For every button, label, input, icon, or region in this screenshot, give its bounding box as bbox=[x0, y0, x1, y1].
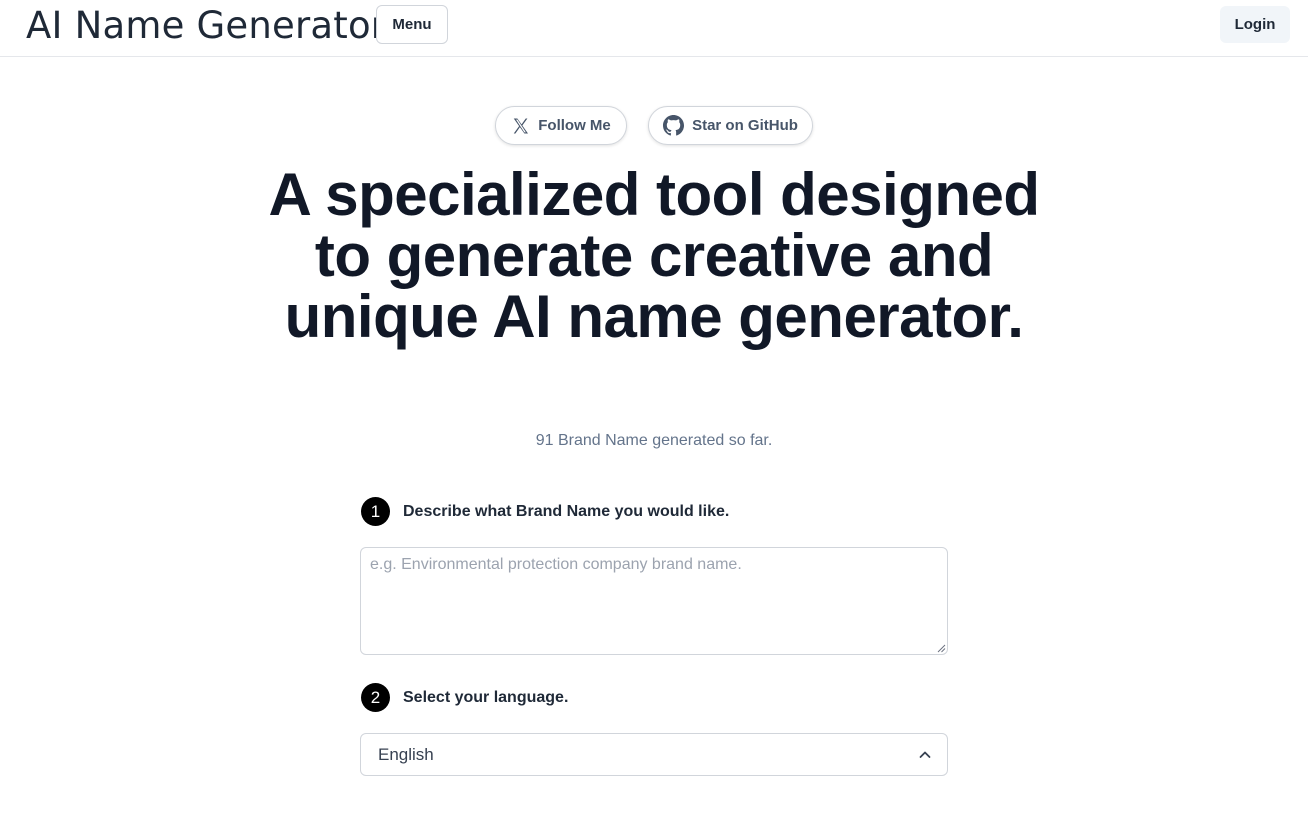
language-selected-value: English bbox=[378, 744, 434, 764]
step-1: 1 Describe what Brand Name you would lik… bbox=[361, 497, 729, 526]
x-logo-icon bbox=[511, 117, 530, 135]
star-on-github-label: Star on GitHub bbox=[692, 117, 798, 134]
top-navbar: AI Name Generator Menu Login bbox=[0, 0, 1308, 57]
github-icon bbox=[663, 115, 685, 136]
language-select[interactable]: English bbox=[360, 733, 948, 776]
site-logo-text[interactable]: AI Name Generator bbox=[26, 4, 386, 47]
login-button[interactable]: Login bbox=[1220, 6, 1290, 43]
step-label: Select your language. bbox=[403, 688, 569, 706]
step-2: 2 Select your language. bbox=[361, 683, 568, 712]
follow-me-label: Follow Me bbox=[538, 117, 611, 134]
star-on-github-button[interactable]: Star on GitHub bbox=[648, 106, 813, 145]
step-label: Describe what Brand Name you would like. bbox=[403, 502, 730, 520]
generated-counter: 91 Brand Name generated so far. bbox=[535, 432, 773, 449]
follow-me-button[interactable]: Follow Me bbox=[495, 106, 627, 145]
page-headline: A specialized tool designed to generate … bbox=[268, 161, 1040, 350]
resize-handle-icon[interactable] bbox=[937, 644, 946, 653]
brand-description-input[interactable] bbox=[360, 547, 948, 655]
step-number-badge: 1 bbox=[361, 497, 390, 526]
chevron-up-icon bbox=[919, 751, 931, 758]
menu-button[interactable]: Menu bbox=[376, 5, 448, 44]
step-number-badge: 2 bbox=[361, 683, 390, 712]
